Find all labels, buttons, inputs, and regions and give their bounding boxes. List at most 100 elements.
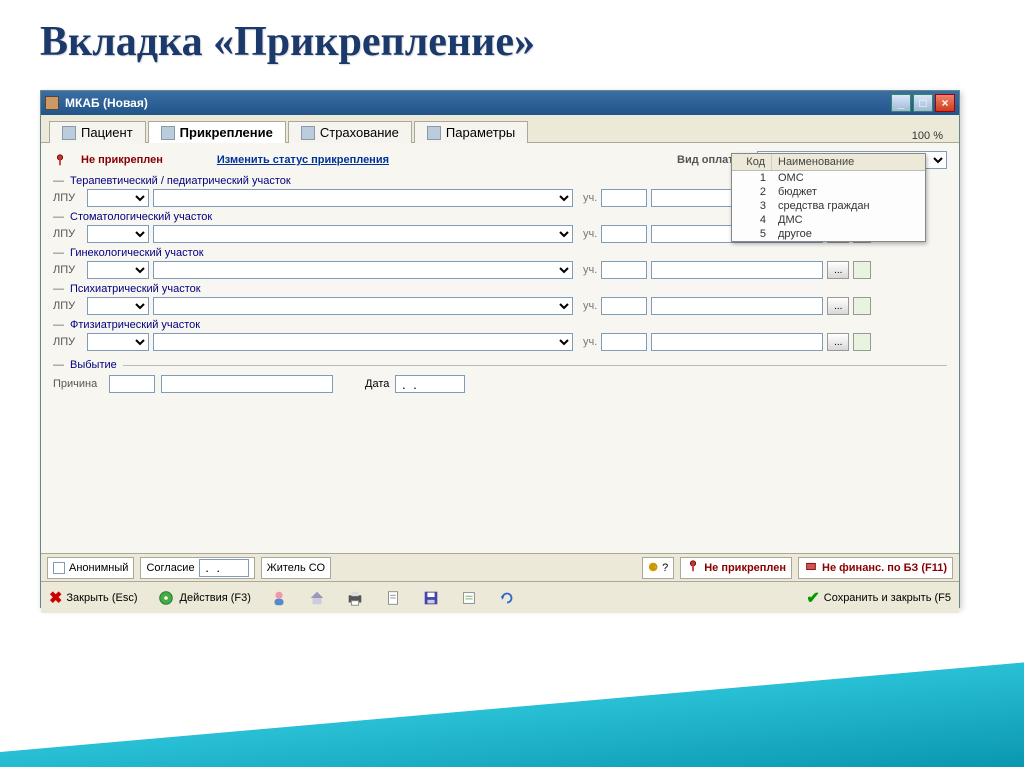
dropdown-option[interactable]: 1ОМС bbox=[732, 171, 925, 185]
help-label: ? bbox=[662, 562, 668, 574]
help-group[interactable]: ⚈? bbox=[642, 557, 674, 579]
patient-icon bbox=[62, 126, 76, 140]
row-action-icon[interactable] bbox=[853, 297, 871, 315]
not-attached-label: Не прикреплен bbox=[704, 562, 786, 574]
departure-section-label: Выбытие bbox=[53, 359, 947, 371]
attachment-icon bbox=[161, 126, 175, 140]
option-name: ОМС bbox=[772, 172, 804, 184]
dropdown-option[interactable]: 2бюджет bbox=[732, 185, 925, 199]
close-action-label: Закрыть (Esc) bbox=[66, 592, 137, 604]
tab-label: Прикрепление bbox=[180, 125, 273, 140]
home-action[interactable] bbox=[307, 588, 327, 608]
not-financed-group[interactable]: Не финанс. по БЗ (F11) bbox=[798, 557, 953, 579]
slide-decoration bbox=[0, 627, 1024, 767]
browse-button[interactable]: ... bbox=[827, 297, 849, 315]
row-action-icon[interactable] bbox=[853, 261, 871, 279]
user-icon bbox=[269, 588, 289, 608]
zoom-label: 100 % bbox=[912, 130, 951, 142]
print-action[interactable] bbox=[345, 588, 365, 608]
uch-label: уч. bbox=[583, 300, 597, 312]
option-name: средства граждан bbox=[772, 200, 870, 212]
option-code: 5 bbox=[732, 228, 772, 240]
lpu-name-select[interactable] bbox=[153, 225, 573, 243]
check-icon: ✔ bbox=[806, 588, 819, 608]
list-icon bbox=[459, 588, 479, 608]
browse-button[interactable]: ... bbox=[827, 261, 849, 279]
close-action[interactable]: ✖ Закрыть (Esc) bbox=[49, 588, 138, 608]
lpu-name-select[interactable] bbox=[153, 261, 573, 279]
lpu-name-select[interactable] bbox=[153, 189, 573, 207]
lpu-code-select[interactable] bbox=[87, 297, 149, 315]
save-disk-action[interactable] bbox=[421, 588, 441, 608]
uch-name-input[interactable] bbox=[651, 333, 823, 351]
reason-text-input[interactable] bbox=[161, 375, 333, 393]
minimize-button[interactable]: _ bbox=[891, 94, 911, 112]
lpu-code-select[interactable] bbox=[87, 261, 149, 279]
consent-group[interactable]: Согласие bbox=[140, 557, 254, 579]
lpu-name-select[interactable] bbox=[153, 297, 573, 315]
tab-patient[interactable]: Пациент bbox=[49, 121, 146, 143]
date-label: Дата bbox=[365, 378, 389, 390]
option-code: 4 bbox=[732, 214, 772, 226]
uch-label: уч. bbox=[583, 336, 597, 348]
doc-action[interactable] bbox=[383, 588, 403, 608]
departure-row: Причина Дата bbox=[53, 375, 947, 393]
anon-checkbox[interactable] bbox=[53, 562, 65, 574]
change-status-link[interactable]: Изменить статус прикрепления bbox=[217, 154, 389, 166]
departure-date-input[interactable] bbox=[395, 375, 465, 393]
uch-label: уч. bbox=[583, 228, 597, 240]
window-buttons: _ □ × bbox=[891, 94, 955, 112]
uch-code-input[interactable] bbox=[601, 333, 647, 351]
section-label: Фтизиатрический участок bbox=[53, 319, 947, 331]
uch-name-input[interactable] bbox=[651, 261, 823, 279]
consent-date[interactable] bbox=[199, 559, 249, 577]
tab-insurance[interactable]: Страхование bbox=[288, 121, 412, 143]
user-action[interactable] bbox=[269, 588, 289, 608]
dropdown-option[interactable]: 4ДМС bbox=[732, 213, 925, 227]
option-name: другое bbox=[772, 228, 812, 240]
resident-group[interactable]: Житель СО bbox=[261, 557, 331, 579]
lpu-code-select[interactable] bbox=[87, 333, 149, 351]
save-close-action[interactable]: ✔ Сохранить и закрыть (F5 bbox=[806, 588, 951, 608]
uch-code-input[interactable] bbox=[601, 297, 647, 315]
actions-menu[interactable]: Действия (F3) bbox=[156, 588, 251, 608]
browse-button[interactable]: ... bbox=[827, 333, 849, 351]
lpu-code-select[interactable] bbox=[87, 189, 149, 207]
refresh-action[interactable] bbox=[497, 588, 517, 608]
dropdown-option[interactable]: 5другое bbox=[732, 227, 925, 241]
reason-code-input[interactable] bbox=[109, 375, 155, 393]
section-label: Гинекологический участок bbox=[53, 247, 947, 259]
option-code: 3 bbox=[732, 200, 772, 212]
lpu-label: ЛПУ bbox=[53, 228, 83, 240]
list-action[interactable] bbox=[459, 588, 479, 608]
lpu-code-select[interactable] bbox=[87, 225, 149, 243]
dropdown-head-name: Наименование bbox=[772, 154, 860, 170]
close-button[interactable]: × bbox=[935, 94, 955, 112]
tab-label: Пациент bbox=[81, 125, 133, 140]
maximize-button[interactable]: □ bbox=[913, 94, 933, 112]
parameters-icon bbox=[427, 126, 441, 140]
lpu-label: ЛПУ bbox=[53, 192, 83, 204]
insurance-icon bbox=[301, 126, 315, 140]
row-action-icon[interactable] bbox=[853, 333, 871, 351]
dropdown-option[interactable]: 3средства граждан bbox=[732, 199, 925, 213]
tab-attachment[interactable]: Прикрепление bbox=[148, 121, 286, 143]
titlebar: МКАБ (Новая) _ □ × bbox=[41, 91, 959, 115]
uch-code-input[interactable] bbox=[601, 225, 647, 243]
anon-group[interactable]: Анонимный bbox=[47, 557, 134, 579]
payment-dropdown-panel: Код Наименование 1ОМС2бюджет3средства гр… bbox=[731, 153, 926, 242]
lpu-label: ЛПУ bbox=[53, 264, 83, 276]
action-bar: ✖ Закрыть (Esc) Действия (F3) ✔ Сохранить … bbox=[41, 581, 959, 613]
not-attached-group[interactable]: Не прикреплен bbox=[680, 557, 792, 579]
tab-parameters[interactable]: Параметры bbox=[414, 121, 528, 143]
uch-code-input[interactable] bbox=[601, 189, 647, 207]
window-title: МКАБ (Новая) bbox=[65, 96, 891, 110]
status-not-attached: Не прикреплен bbox=[81, 154, 163, 166]
close-x-icon: ✖ bbox=[49, 588, 62, 608]
lpu-name-select[interactable] bbox=[153, 333, 573, 351]
uch-code-input[interactable] bbox=[601, 261, 647, 279]
anon-label: Анонимный bbox=[69, 562, 128, 574]
option-name: бюджет bbox=[772, 186, 817, 198]
uch-name-input[interactable] bbox=[651, 297, 823, 315]
save-label: Сохранить и закрыть (F5 bbox=[824, 592, 951, 604]
